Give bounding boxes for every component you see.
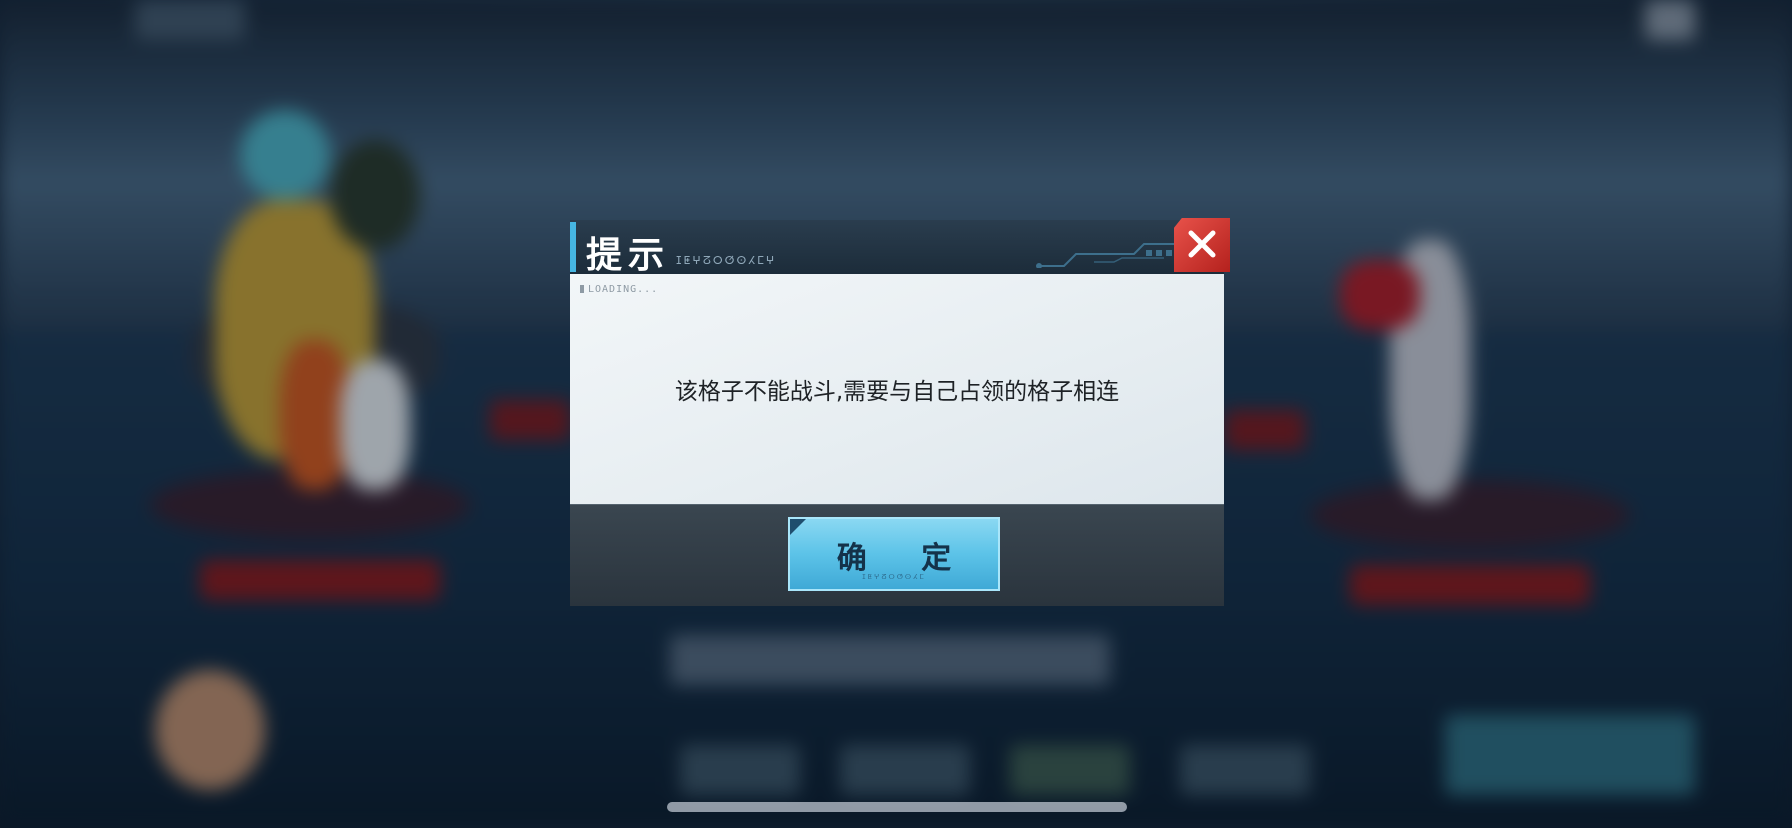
home-indicator[interactable]: [667, 802, 1127, 812]
dialog-title: 提示: [586, 235, 671, 276]
close-icon: [1188, 230, 1216, 258]
confirm-button-label: 确 定: [836, 541, 974, 576]
hint-dialog: 提示 ⵊⵟⵖⵒⵔⵚⵙⵃⵎⵖ LOADING... 该格子不能战斗,需要与自己占领…: [570, 218, 1230, 606]
dialog-header: 提示 ⵊⵟⵖⵒⵔⵚⵙⵃⵎⵖ: [570, 218, 1230, 276]
confirm-decorative-code: ⵊⵟⵖⵒⵔⵚⵙⵃⵎ: [862, 573, 926, 581]
dialog-body: LOADING... 该格子不能战斗,需要与自己占领的格子相连: [570, 274, 1224, 504]
close-button[interactable]: [1174, 218, 1230, 272]
loading-text: LOADING...: [588, 284, 659, 295]
game-screen: 提示 ⵊⵟⵖⵒⵔⵚⵙⵃⵎⵖ LOADING... 该格子不能战斗,需要与自己占领…: [0, 0, 1792, 828]
dialog-footer: 确 定 ⵊⵟⵖⵒⵔⵚⵙⵃⵎ: [570, 504, 1224, 606]
circuit-decoration-icon: [1036, 243, 1184, 268]
loading-label: LOADING...: [580, 284, 658, 295]
header-accent-bar: [570, 222, 576, 272]
header-decorative-code: ⵊⵟⵖⵒⵔⵚⵙⵃⵎⵖ: [676, 254, 777, 267]
confirm-button[interactable]: 确 定 ⵊⵟⵖⵒⵔⵚⵙⵃⵎ: [788, 517, 1000, 591]
dialog-message: 该格子不能战斗,需要与自己占领的格子相连: [674, 379, 1120, 405]
